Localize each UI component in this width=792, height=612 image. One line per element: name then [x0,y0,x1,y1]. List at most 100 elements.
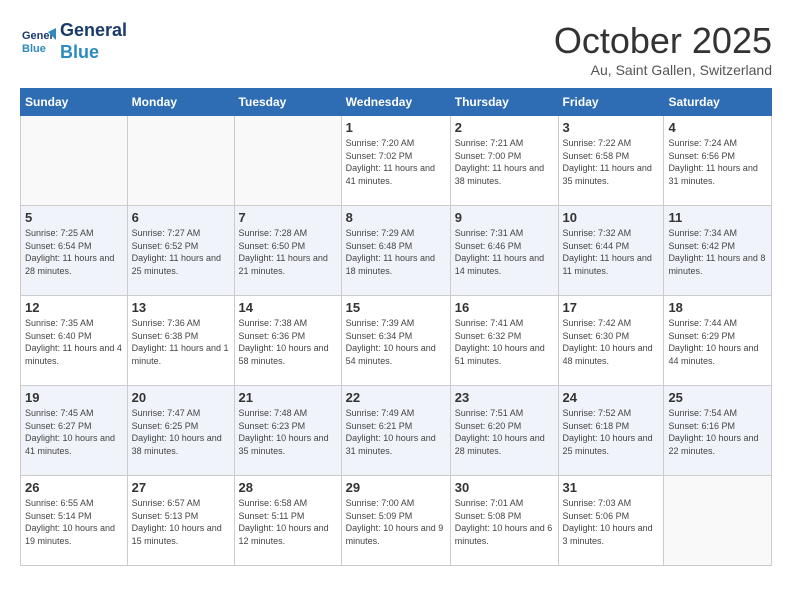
day-number: 1 [346,120,446,135]
calendar-day-cell: 2 Sunrise: 7:21 AM Sunset: 7:00 PM Daylig… [450,116,558,206]
day-info: Sunrise: 7:45 AM Sunset: 6:27 PM Dayligh… [25,407,123,457]
calendar-week-row: 1 Sunrise: 7:20 AM Sunset: 7:02 PM Daylig… [21,116,772,206]
day-number: 26 [25,480,123,495]
day-info: Sunrise: 6:55 AM Sunset: 5:14 PM Dayligh… [25,497,123,547]
weekday-header: Saturday [664,89,772,116]
day-info: Sunrise: 7:28 AM Sunset: 6:50 PM Dayligh… [239,227,337,277]
calendar-week-row: 26 Sunrise: 6:55 AM Sunset: 5:14 PM Dayli… [21,476,772,566]
calendar-day-cell: 7 Sunrise: 7:28 AM Sunset: 6:50 PM Daylig… [234,206,341,296]
day-info: Sunrise: 6:58 AM Sunset: 5:11 PM Dayligh… [239,497,337,547]
day-number: 13 [132,300,230,315]
page-header: General Blue General Blue October 2025 A… [20,20,772,78]
calendar-day-cell: 17Sunrise: 7:42 AM Sunset: 6:30 PM Dayli… [558,296,664,386]
calendar-day-cell: 23 Sunrise: 7:51 AM Sunset: 6:20 PM Dayli… [450,386,558,476]
calendar-day-cell: 30 Sunrise: 7:01 AM Sunset: 5:08 PM Dayli… [450,476,558,566]
calendar-day-cell [664,476,772,566]
calendar-day-cell: 24Sunrise: 7:52 AM Sunset: 6:18 PM Dayli… [558,386,664,476]
svg-text:Blue: Blue [22,43,46,55]
day-number: 7 [239,210,337,225]
calendar-day-cell: 1 Sunrise: 7:20 AM Sunset: 7:02 PM Daylig… [341,116,450,206]
day-info: Sunrise: 7:01 AM Sunset: 5:08 PM Dayligh… [455,497,554,547]
weekday-header: Wednesday [341,89,450,116]
day-info: Sunrise: 7:49 AM Sunset: 6:21 PM Dayligh… [346,407,446,457]
calendar-week-row: 5 Sunrise: 7:25 AM Sunset: 6:54 PM Daylig… [21,206,772,296]
calendar-day-cell: 20Sunrise: 7:47 AM Sunset: 6:25 PM Dayli… [127,386,234,476]
weekday-header: Sunday [21,89,128,116]
calendar-day-cell: 15Sunrise: 7:39 AM Sunset: 6:34 PM Dayli… [341,296,450,386]
day-info: Sunrise: 7:34 AM Sunset: 6:42 PM Dayligh… [668,227,767,277]
calendar-day-cell: 22 Sunrise: 7:49 AM Sunset: 6:21 PM Dayli… [341,386,450,476]
day-number: 4 [668,120,767,135]
day-info: Sunrise: 6:57 AM Sunset: 5:13 PM Dayligh… [132,497,230,547]
day-info: Sunrise: 7:20 AM Sunset: 7:02 PM Dayligh… [346,137,446,187]
day-info: Sunrise: 7:25 AM Sunset: 6:54 PM Dayligh… [25,227,123,277]
calendar-day-cell: 6 Sunrise: 7:27 AM Sunset: 6:52 PM Daylig… [127,206,234,296]
calendar-day-cell: 26 Sunrise: 6:55 AM Sunset: 5:14 PM Dayli… [21,476,128,566]
day-number: 8 [346,210,446,225]
day-info: Sunrise: 7:31 AM Sunset: 6:46 PM Dayligh… [455,227,554,277]
day-info: Sunrise: 7:39 AM Sunset: 6:34 PM Dayligh… [346,317,446,367]
calendar-day-cell: 28 Sunrise: 6:58 AM Sunset: 5:11 PM Dayli… [234,476,341,566]
logo-text-line2: Blue [60,42,127,64]
day-number: 5 [25,210,123,225]
day-info: Sunrise: 7:38 AM Sunset: 6:36 PM Dayligh… [239,317,337,367]
day-info: Sunrise: 7:51 AM Sunset: 6:20 PM Dayligh… [455,407,554,457]
logo: General Blue General Blue [20,20,127,63]
day-info: Sunrise: 7:36 AM Sunset: 6:38 PM Dayligh… [132,317,230,367]
day-info: Sunrise: 7:41 AM Sunset: 6:32 PM Dayligh… [455,317,554,367]
weekday-header: Thursday [450,89,558,116]
calendar-day-cell [127,116,234,206]
day-number: 10 [563,210,660,225]
weekday-header-row: SundayMondayTuesdayWednesdayThursdayFrid… [21,89,772,116]
day-info: Sunrise: 7:35 AM Sunset: 6:40 PM Dayligh… [25,317,123,367]
weekday-header: Friday [558,89,664,116]
day-number: 30 [455,480,554,495]
calendar-day-cell: 19 Sunrise: 7:45 AM Sunset: 6:27 PM Dayli… [21,386,128,476]
day-info: Sunrise: 7:22 AM Sunset: 6:58 PM Dayligh… [563,137,660,187]
day-info: Sunrise: 7:29 AM Sunset: 6:48 PM Dayligh… [346,227,446,277]
month-title: October 2025 [554,20,772,62]
calendar-day-cell: 25 Sunrise: 7:54 AM Sunset: 6:16 PM Dayli… [664,386,772,476]
calendar-day-cell: 21 Sunrise: 7:48 AM Sunset: 6:23 PM Dayli… [234,386,341,476]
calendar-day-cell: 18Sunrise: 7:44 AM Sunset: 6:29 PM Dayli… [664,296,772,386]
day-number: 23 [455,390,554,405]
day-number: 19 [25,390,123,405]
day-number: 2 [455,120,554,135]
day-number: 12 [25,300,123,315]
location: Au, Saint Gallen, Switzerland [554,62,772,78]
day-info: Sunrise: 7:03 AM Sunset: 5:06 PM Dayligh… [563,497,660,547]
day-info: Sunrise: 7:44 AM Sunset: 6:29 PM Dayligh… [668,317,767,367]
calendar-day-cell: 5 Sunrise: 7:25 AM Sunset: 6:54 PM Daylig… [21,206,128,296]
day-number: 25 [668,390,767,405]
day-info: Sunrise: 7:21 AM Sunset: 7:00 PM Dayligh… [455,137,554,187]
calendar-day-cell [234,116,341,206]
day-info: Sunrise: 7:27 AM Sunset: 6:52 PM Dayligh… [132,227,230,277]
day-info: Sunrise: 7:24 AM Sunset: 6:56 PM Dayligh… [668,137,767,187]
calendar-week-row: 19 Sunrise: 7:45 AM Sunset: 6:27 PM Dayli… [21,386,772,476]
day-number: 22 [346,390,446,405]
day-number: 31 [563,480,660,495]
calendar-day-cell: 16Sunrise: 7:41 AM Sunset: 6:32 PM Dayli… [450,296,558,386]
day-number: 27 [132,480,230,495]
day-number: 29 [346,480,446,495]
calendar-day-cell: 14Sunrise: 7:38 AM Sunset: 6:36 PM Dayli… [234,296,341,386]
calendar-day-cell: 29Sunrise: 7:00 AM Sunset: 5:09 PM Dayli… [341,476,450,566]
calendar-day-cell: 4 Sunrise: 7:24 AM Sunset: 6:56 PM Daylig… [664,116,772,206]
day-info: Sunrise: 7:48 AM Sunset: 6:23 PM Dayligh… [239,407,337,457]
calendar-day-cell: 8 Sunrise: 7:29 AM Sunset: 6:48 PM Daylig… [341,206,450,296]
calendar-table: SundayMondayTuesdayWednesdayThursdayFrid… [20,88,772,566]
day-number: 9 [455,210,554,225]
day-number: 11 [668,210,767,225]
title-area: October 2025 Au, Saint Gallen, Switzerla… [554,20,772,78]
weekday-header: Tuesday [234,89,341,116]
day-number: 6 [132,210,230,225]
calendar-day-cell: 31 Sunrise: 7:03 AM Sunset: 5:06 PM Dayli… [558,476,664,566]
day-info: Sunrise: 7:52 AM Sunset: 6:18 PM Dayligh… [563,407,660,457]
calendar-day-cell: 27 Sunrise: 6:57 AM Sunset: 5:13 PM Dayli… [127,476,234,566]
logo-icon: General Blue [20,24,56,60]
day-number: 20 [132,390,230,405]
day-number: 28 [239,480,337,495]
calendar-day-cell [21,116,128,206]
day-number: 21 [239,390,337,405]
day-info: Sunrise: 7:54 AM Sunset: 6:16 PM Dayligh… [668,407,767,457]
